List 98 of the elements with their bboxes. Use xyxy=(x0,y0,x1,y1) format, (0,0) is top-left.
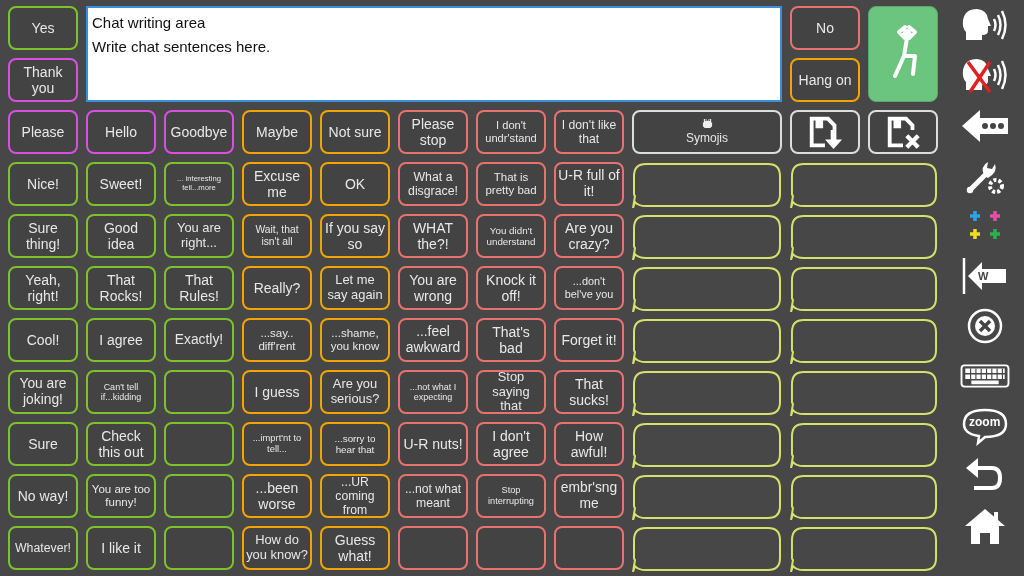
phrase-button[interactable]: Excuse me xyxy=(242,162,312,206)
empty-phrase-button[interactable] xyxy=(476,526,546,570)
speech-bubble[interactable] xyxy=(632,266,782,312)
phrase-button[interactable]: Check this out xyxy=(86,422,156,466)
phrase-button[interactable]: Sure xyxy=(8,422,78,466)
phrase-button[interactable]: I don't agree xyxy=(476,422,546,466)
phrase-button[interactable]: I agree xyxy=(86,318,156,362)
save-button[interactable] xyxy=(790,110,860,154)
phrase-button[interactable]: You are wrong xyxy=(398,266,468,310)
phrase-button[interactable]: Can't tell if...kidding xyxy=(86,370,156,414)
phrase-button[interactable]: embr'sng me xyxy=(554,474,624,518)
phrase-button[interactable]: Please xyxy=(8,110,78,154)
speech-bubble[interactable] xyxy=(790,526,938,572)
phrase-button[interactable]: ...not what I expecting xyxy=(398,370,468,414)
phrase-button[interactable]: ...sorry to hear that xyxy=(320,422,390,466)
chat-field[interactable]: Chat writing area Write chat sentences here. xyxy=(86,6,782,102)
phrase-button[interactable]: No way! xyxy=(8,474,78,518)
relax-figure-button[interactable] xyxy=(868,6,938,102)
phrase-button[interactable]: You are too funny! xyxy=(86,474,156,518)
phrase-button[interactable]: I guess xyxy=(242,370,312,414)
discard-save-button[interactable] xyxy=(868,110,938,154)
phrase-button[interactable]: ...feel awkward xyxy=(398,318,468,362)
phrase-button[interactable]: Wait, that isn't all xyxy=(242,214,312,258)
phrase-button[interactable]: What a disgrace! xyxy=(398,162,468,206)
speech-bubble[interactable] xyxy=(790,266,938,312)
empty-phrase-button[interactable] xyxy=(164,370,234,414)
phrase-button[interactable]: You are joking! xyxy=(8,370,78,414)
phrase-button[interactable]: That Rocks! xyxy=(86,266,156,310)
phrase-button[interactable]: ...say.. diff'rent xyxy=(242,318,312,362)
phrase-button[interactable]: That's bad xyxy=(476,318,546,362)
speech-bubble[interactable] xyxy=(790,162,938,208)
phrase-button[interactable]: U-R full of it! xyxy=(554,162,624,206)
empty-phrase-button[interactable] xyxy=(164,526,234,570)
phrase-button[interactable]: Sure thing! xyxy=(8,214,78,258)
mute-speech-icon[interactable] xyxy=(960,56,1010,96)
speech-bubble[interactable] xyxy=(632,526,782,572)
phrase-button[interactable]: Not sure xyxy=(320,110,390,154)
phrase-button[interactable]: Yes xyxy=(8,6,78,50)
phrase-button[interactable]: U-R nuts! xyxy=(398,422,468,466)
phrase-button[interactable]: Hello xyxy=(86,110,156,154)
phrase-button[interactable]: Good idea xyxy=(86,214,156,258)
zoom-button[interactable]: zoom xyxy=(960,406,1010,446)
speech-bubble[interactable] xyxy=(632,422,782,468)
phrase-button[interactable]: You are right... xyxy=(164,214,234,258)
speech-bubble[interactable] xyxy=(790,474,938,520)
phrase-button[interactable]: Nice! xyxy=(8,162,78,206)
phrase-button[interactable]: How do you know? xyxy=(242,526,312,570)
phrase-button[interactable]: Forget it! xyxy=(554,318,624,362)
phrase-button[interactable]: ...shame, you know xyxy=(320,318,390,362)
phrase-button[interactable]: Hang on xyxy=(790,58,860,102)
phrase-button[interactable]: How awful! xyxy=(554,422,624,466)
speech-bubble[interactable] xyxy=(632,162,782,208)
phrase-button[interactable]: Stop interrupting xyxy=(476,474,546,518)
phrase-button[interactable]: Sweet! xyxy=(86,162,156,206)
phrase-button[interactable]: OK xyxy=(320,162,390,206)
phrase-button[interactable]: ...not what meant xyxy=(398,474,468,518)
empty-phrase-button[interactable] xyxy=(164,474,234,518)
phrase-button[interactable]: Whatever! xyxy=(8,526,78,570)
phrase-button[interactable]: Stop saying that xyxy=(476,370,546,414)
phrase-button[interactable]: Are you crazy? xyxy=(554,214,624,258)
phrase-button[interactable]: I don't like that xyxy=(554,110,624,154)
empty-phrase-button[interactable] xyxy=(554,526,624,570)
phrase-button[interactable]: Exactly! xyxy=(164,318,234,362)
speech-bubble[interactable] xyxy=(632,214,782,260)
phrase-button[interactable]: Yeah, right! xyxy=(8,266,78,310)
phrase-button[interactable]: Goodbye xyxy=(164,110,234,154)
phrase-button[interactable]: Thank you xyxy=(8,58,78,102)
phrase-button[interactable]: That sucks! xyxy=(554,370,624,414)
phrase-button[interactable]: I like it xyxy=(86,526,156,570)
phrase-button[interactable]: No xyxy=(790,6,860,50)
phrase-button[interactable]: ...been worse xyxy=(242,474,312,518)
speech-bubble[interactable] xyxy=(632,318,782,364)
phrase-button[interactable]: Knock it off! xyxy=(476,266,546,310)
phrase-button[interactable]: ...UR coming from xyxy=(320,474,390,518)
phrase-button[interactable]: If you say so xyxy=(320,214,390,258)
speech-bubble[interactable] xyxy=(632,474,782,520)
phrase-button[interactable]: Really? xyxy=(242,266,312,310)
phrase-button[interactable]: ...imprt'nt to tell... xyxy=(242,422,312,466)
speech-bubble[interactable] xyxy=(790,214,938,260)
phrase-button[interactable]: You didn't understand xyxy=(476,214,546,258)
speech-bubble[interactable] xyxy=(632,370,782,416)
phrase-button[interactable]: Are you serious? xyxy=(320,370,390,414)
empty-phrase-button[interactable] xyxy=(398,526,468,570)
phrase-button[interactable]: ...don't bel've you xyxy=(554,266,624,310)
phrase-button[interactable]: I don't undr'stand xyxy=(476,110,546,154)
phrase-button[interactable]: Cool! xyxy=(8,318,78,362)
phrase-button[interactable]: Maybe xyxy=(242,110,312,154)
speech-bubble[interactable] xyxy=(790,318,938,364)
phrase-button[interactable]: That Rules! xyxy=(164,266,234,310)
phrase-button[interactable]: Guess what! xyxy=(320,526,390,570)
speech-bubble[interactable] xyxy=(790,422,938,468)
phrase-button[interactable]: WHAT the?! xyxy=(398,214,468,258)
empty-phrase-button[interactable] xyxy=(164,422,234,466)
phrase-button[interactable]: Please stop xyxy=(398,110,468,154)
speech-bubble[interactable] xyxy=(790,370,938,416)
symojis-button[interactable]: Symojis xyxy=(632,110,782,154)
phrase-button[interactable]: That is pretty bad xyxy=(476,162,546,206)
phrase-button[interactable]: Let me say again xyxy=(320,266,390,310)
